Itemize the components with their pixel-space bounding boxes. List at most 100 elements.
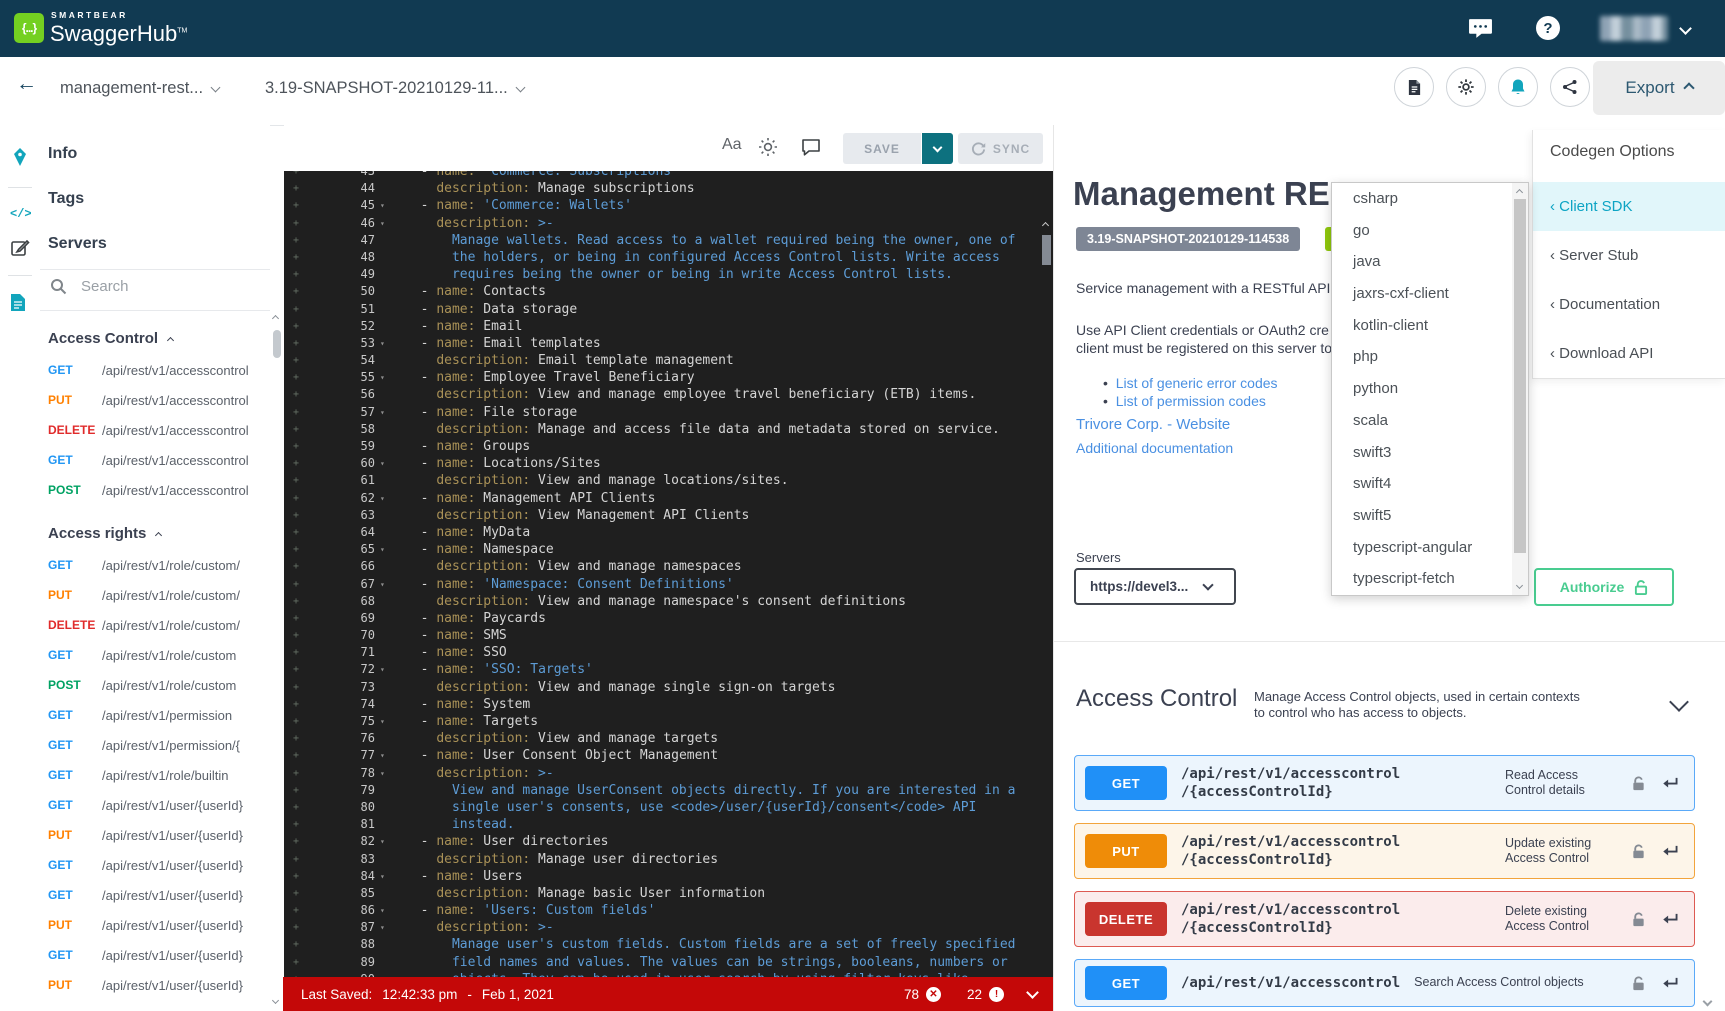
codegen-item-client-sdk[interactable]: ‹ Client SDK: [1533, 182, 1725, 231]
codegen-item-download-api[interactable]: ‹ Download API: [1533, 329, 1725, 378]
endpoint-row[interactable]: GET/api/rest/v1/role/builtin: [40, 760, 268, 790]
lock-icon[interactable]: [1631, 975, 1646, 992]
scrollbar-thumb[interactable]: [1514, 199, 1526, 553]
fold-arrow-icon[interactable]: ▾: [375, 335, 396, 352]
lang-option-kotlin-client[interactable]: kotlin-client: [1332, 310, 1512, 342]
lang-option-csharp[interactable]: csharp: [1332, 183, 1512, 215]
fold-arrow-icon[interactable]: ▾: [375, 868, 396, 885]
enter-arrow-icon[interactable]: [1660, 976, 1680, 991]
panel-scroll-down-icon[interactable]: [1703, 997, 1713, 1007]
endpoint-row[interactable]: GET/api/rest/v1/accesscontrol: [40, 355, 268, 385]
endpoint-row[interactable]: GET/api/rest/v1/user/{userId}: [40, 940, 268, 970]
operation-card[interactable]: DELETE/api/rest/v1/accesscontrol/{access…: [1074, 891, 1695, 947]
export-button[interactable]: Export: [1593, 61, 1725, 115]
operation-card[interactable]: GET/api/rest/v1/accesscontrolSearch Acce…: [1074, 959, 1695, 1007]
lang-option-scala[interactable]: scala: [1332, 405, 1512, 437]
enter-arrow-icon[interactable]: [1660, 912, 1680, 927]
swaggerhub-wordmark[interactable]: SwaggerHubTM: [50, 21, 187, 47]
lang-option-typescript-angular[interactable]: typescript-angular: [1332, 532, 1512, 564]
save-options-button[interactable]: [922, 133, 953, 164]
permission-codes-link[interactable]: List of permission codes: [1116, 393, 1266, 409]
fold-arrow-icon[interactable]: ▾: [375, 215, 396, 232]
sidebar-item-servers[interactable]: Servers: [40, 221, 270, 266]
endpoint-row[interactable]: GET/api/rest/v1/permission/{: [40, 730, 268, 760]
lang-option-go[interactable]: go: [1332, 215, 1512, 247]
website-link[interactable]: Trivore Corp. - Website: [1076, 416, 1230, 433]
fold-arrow-icon[interactable]: ▾: [375, 833, 396, 850]
section-collapse-chevron-icon[interactable]: [1669, 692, 1689, 712]
error-codes-link[interactable]: List of generic error codes: [1116, 375, 1278, 391]
lock-icon[interactable]: [1631, 843, 1646, 860]
fold-arrow-icon[interactable]: ▾: [375, 919, 396, 936]
lang-option-java[interactable]: java: [1332, 246, 1512, 278]
endpoint-row[interactable]: GET/api/rest/v1/user/{userId}: [40, 880, 268, 910]
warning-count[interactable]: 22: [967, 987, 982, 1002]
sidebar-scrollbar[interactable]: [270, 310, 284, 1011]
code-view-icon[interactable]: </>: [10, 207, 32, 221]
section-header[interactable]: Access rights: [40, 505, 268, 550]
notifications-button[interactable]: [1498, 67, 1538, 107]
scroll-up-icon[interactable]: [1516, 189, 1523, 196]
endpoint-row[interactable]: GET/api/rest/v1/user/{userId}: [40, 850, 268, 880]
lang-option-swift3[interactable]: swift3: [1332, 437, 1512, 469]
docs-page-icon[interactable]: [10, 293, 26, 317]
scroll-up-icon[interactable]: [1042, 222, 1049, 229]
endpoint-row[interactable]: PUT/api/rest/v1/user/{userId}: [40, 910, 268, 940]
sidebar-item-info[interactable]: Info: [40, 131, 270, 176]
fold-arrow-icon[interactable]: ▾: [375, 576, 396, 593]
fold-arrow-icon[interactable]: ▾: [375, 490, 396, 507]
chat-icon[interactable]: [1468, 18, 1493, 44]
version-dropdown[interactable]: 3.19-SNAPSHOT-20210129-11...: [265, 79, 524, 98]
enter-arrow-icon[interactable]: [1660, 776, 1680, 791]
comparison-doc-button[interactable]: [1394, 67, 1434, 107]
endpoint-row[interactable]: POST/api/rest/v1/role/custom: [40, 670, 268, 700]
endpoint-row[interactable]: PUT/api/rest/v1/user/{userId}: [40, 970, 268, 1000]
endpoint-row[interactable]: POST/api/rest/v1/accesscontrol: [40, 475, 268, 505]
fold-arrow-icon[interactable]: ▾: [375, 661, 396, 678]
comments-button[interactable]: [801, 138, 821, 161]
endpoint-row[interactable]: GET/api/rest/v1/user/{userId}: [40, 790, 268, 820]
errors-panel-chevron-icon[interactable]: [1026, 986, 1039, 999]
lang-option-php[interactable]: php: [1332, 341, 1512, 373]
additional-docs-link[interactable]: Additional documentation: [1076, 440, 1233, 456]
enter-arrow-icon[interactable]: [1660, 844, 1680, 859]
fold-arrow-icon[interactable]: ▾: [375, 404, 396, 421]
endpoint-row[interactable]: GET/api/rest/v1/role/custom/: [40, 550, 268, 580]
lock-icon[interactable]: [1631, 911, 1646, 928]
operation-card[interactable]: PUT/api/rest/v1/accesscontrol/{accessCon…: [1074, 823, 1695, 879]
endpoint-row[interactable]: GET/api/rest/v1/accesscontrol: [40, 445, 268, 475]
lang-option-jaxrs-cxf-client[interactable]: jaxrs-cxf-client: [1332, 278, 1512, 310]
sync-button[interactable]: SYNC: [958, 133, 1043, 164]
fold-arrow-icon[interactable]: ▾: [375, 765, 396, 782]
lang-option-typescript-fetch[interactable]: typescript-fetch: [1332, 563, 1512, 595]
endpoint-row[interactable]: PUT/api/rest/v1/accesscontrol: [40, 385, 268, 415]
endpoint-row[interactable]: DELETE/api/rest/v1/role/custom/: [40, 610, 268, 640]
edit-icon[interactable]: [10, 238, 30, 263]
codegen-item-documentation[interactable]: ‹ Documentation: [1533, 280, 1725, 329]
endpoint-row[interactable]: GET/api/rest/v1/role/custom: [40, 640, 268, 670]
fold-arrow-icon[interactable]: ▾: [375, 713, 396, 730]
help-icon[interactable]: ?: [1536, 16, 1560, 40]
editor-scrollbar[interactable]: [1040, 217, 1053, 943]
authorize-button[interactable]: Authorize: [1534, 568, 1674, 606]
lang-option-swift5[interactable]: swift5: [1332, 500, 1512, 532]
sidebar-item-tags[interactable]: Tags: [40, 176, 270, 221]
scroll-down-icon[interactable]: [1516, 582, 1523, 589]
user-menu-chevron-icon[interactable]: [1679, 22, 1692, 35]
endpoint-row[interactable]: DELETE/api/rest/v1/accesscontrol: [40, 415, 268, 445]
settings-button[interactable]: [1446, 67, 1486, 107]
theme-toggle-button[interactable]: [758, 137, 778, 162]
back-button[interactable]: ←: [16, 72, 37, 96]
fold-arrow-icon[interactable]: ▾: [375, 455, 396, 472]
fold-arrow-icon[interactable]: ▾: [375, 369, 396, 386]
search-input[interactable]: [79, 277, 243, 296]
share-button[interactable]: [1550, 67, 1590, 107]
scrollbar-thumb[interactable]: [273, 330, 281, 358]
fold-arrow-icon[interactable]: ▾: [375, 902, 396, 919]
error-icon[interactable]: ✕: [926, 987, 941, 1002]
fold-arrow-icon[interactable]: ▾: [375, 747, 396, 764]
warning-icon[interactable]: !: [989, 987, 1004, 1002]
save-button[interactable]: SAVE: [843, 133, 921, 164]
error-count[interactable]: 78: [904, 987, 919, 1002]
scrollbar-thumb[interactable]: [1042, 235, 1051, 265]
